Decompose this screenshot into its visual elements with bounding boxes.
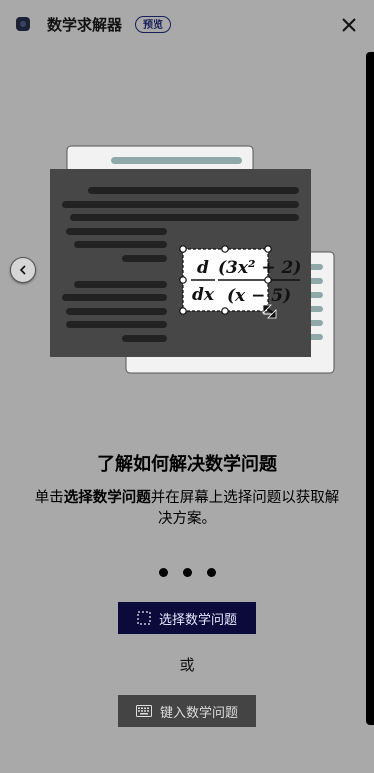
type-math-problem-label: 键入数学问题: [159, 705, 238, 721]
step-dot[interactable]: [183, 568, 192, 577]
onboarding-description: 单击选择数学问题并在屏幕上选择问题以获取解决方案。: [30, 488, 344, 530]
formula-dx: dx: [192, 285, 215, 305]
keyboard-icon: [135, 705, 152, 717]
desc-part1: 单击: [34, 490, 64, 506]
chevron-left-icon: [19, 265, 26, 275]
app-title: 数学求解器: [47, 16, 123, 34]
step-dot[interactable]: [159, 568, 168, 577]
close-icon[interactable]: [338, 14, 360, 36]
illustration: d dx (3x² + 2) (x − 5): [50, 145, 335, 374]
step-indicator: [155, 568, 225, 580]
onboarding-heading: 了解如何解决数学问题: [97, 454, 277, 475]
header-bar: 数学求解器 预览: [0, 0, 374, 52]
formula-denominator: (x − 5): [227, 286, 291, 306]
desc-part2: 并在屏幕上选择问题以获取解决方案。: [150, 490, 340, 527]
or-separator: 或: [179, 656, 195, 674]
step-dot[interactable]: [207, 568, 216, 577]
type-math-problem-button[interactable]: 键入数学问题: [118, 695, 256, 727]
formula-numerator: (3x² + 2): [218, 258, 301, 278]
selection-frame-icon: [137, 611, 151, 625]
app-logo-icon: [16, 17, 30, 31]
desc-bold: 选择数学问题: [63, 490, 151, 506]
formula-d: d: [197, 258, 209, 278]
previous-slide-button[interactable]: [10, 257, 36, 283]
select-math-problem-button[interactable]: 选择数学问题: [118, 602, 256, 634]
select-math-problem-label: 选择数学问题: [158, 612, 237, 628]
preview-badge: 预览: [135, 16, 171, 33]
